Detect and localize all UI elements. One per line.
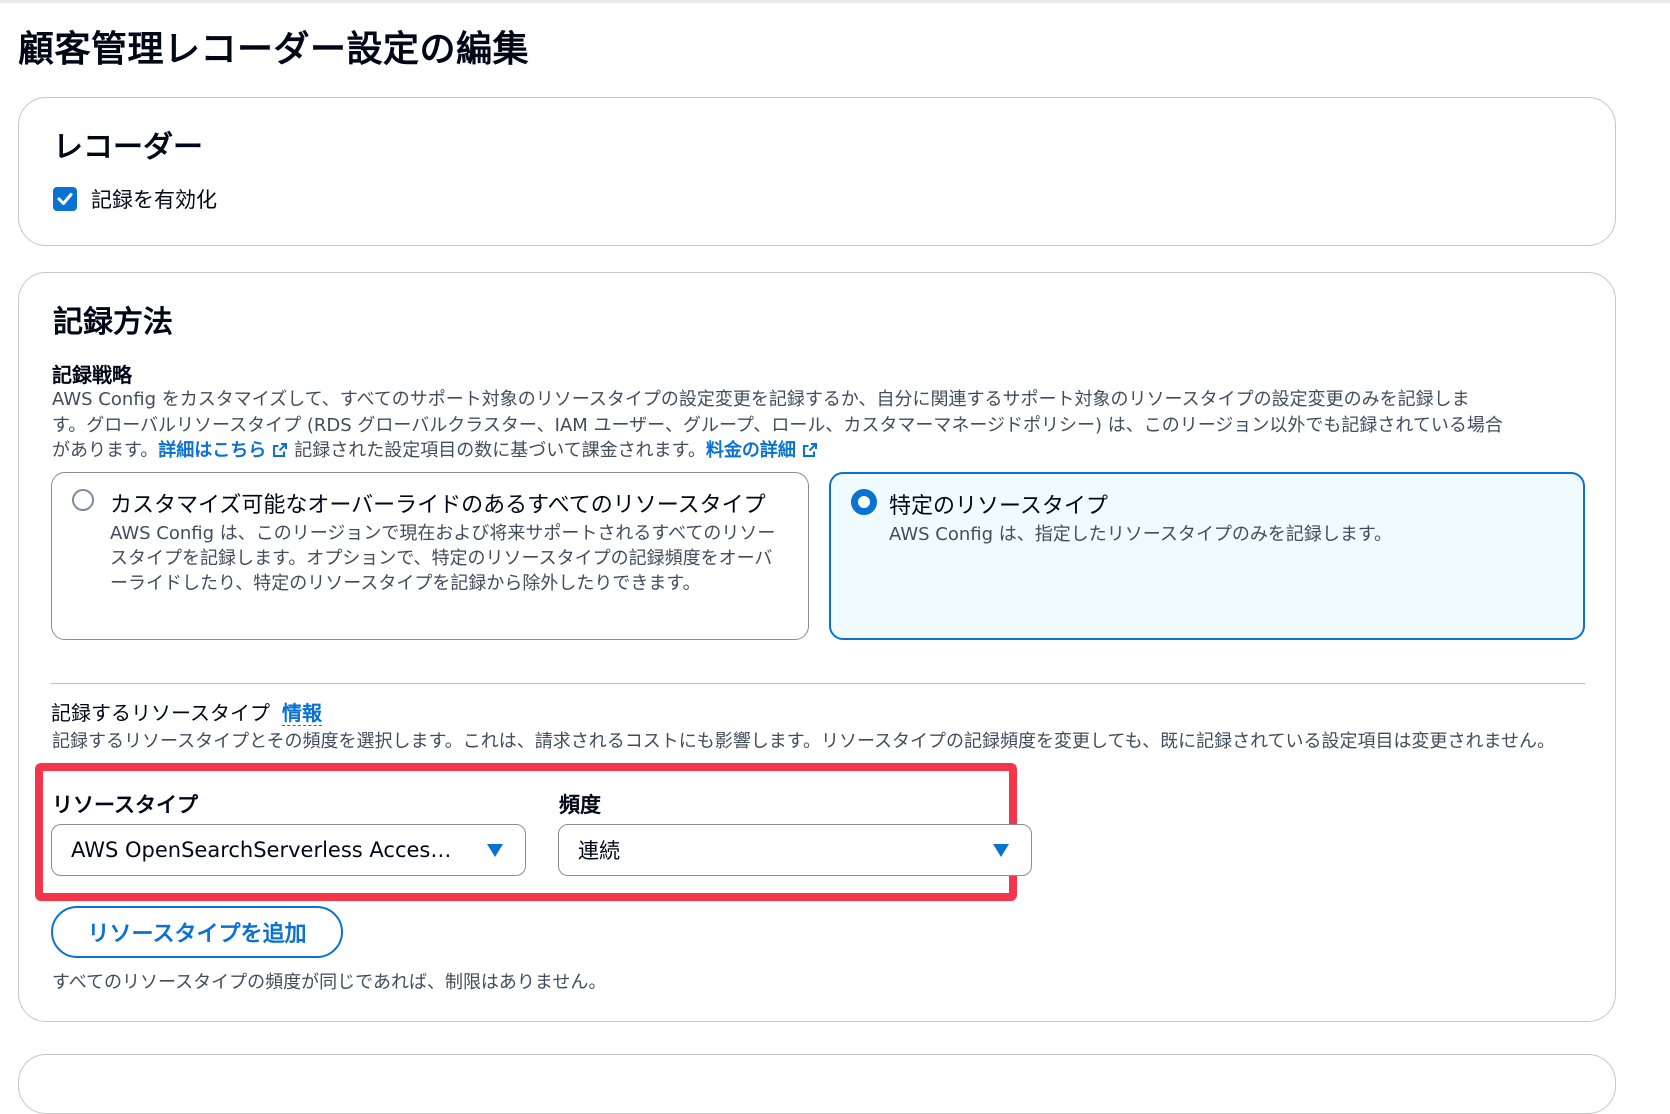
- frequency-column-label: 頻度: [559, 793, 601, 817]
- strategy-desc-line: AWS Config をカスタマイズして、すべてのサポート対象のリソースタイプの…: [52, 389, 1470, 410]
- checkbox-checked-icon[interactable]: [53, 187, 77, 211]
- option-title: 特定のリソースタイプ: [889, 494, 1108, 519]
- caret-down-icon: [487, 844, 503, 857]
- recorder-panel: レコーダー 記録を有効化: [18, 97, 1616, 246]
- add-resource-type-button[interactable]: リソースタイプを追加: [51, 906, 343, 958]
- strategy-desc-line: す。グローバルリソースタイプ (RDS グローバルクラスター、IAM ユーザー、…: [52, 414, 1503, 436]
- recording-strategy-label: 記録戦略: [52, 363, 132, 387]
- info-link[interactable]: 情報: [282, 701, 322, 726]
- frequency-hint: すべてのリソースタイプの頻度が同じであれば、制限はありません。: [52, 972, 607, 993]
- radio-unselected-icon[interactable]: [72, 489, 94, 511]
- strategy-desc-text: があります。: [52, 440, 159, 461]
- resource-types-label: 記録するリソースタイプ: [51, 701, 270, 725]
- resource-types-description: 記録するリソースタイプとその頻度を選択します。これは、請求されるコストにも影響し…: [52, 731, 1555, 752]
- enable-recording-label: 記録を有効化: [91, 188, 217, 212]
- next-panel: [18, 1054, 1616, 1114]
- resource-types-field-label: 記録するリソースタイプ 情報: [51, 697, 322, 726]
- option-description: AWS Config は、指定したリソースタイプのみを記録します。: [889, 524, 1393, 545]
- option-specific-resource-types[interactable]: 特定のリソースタイプ AWS Config は、指定したリソースタイプのみを記録…: [829, 472, 1585, 640]
- frequency-select[interactable]: 連続: [558, 824, 1032, 876]
- radio-selected-icon[interactable]: [851, 489, 877, 515]
- caret-down-icon: [993, 844, 1009, 857]
- recording-method-heading: 記録方法: [53, 305, 173, 340]
- option-title: カスタマイズ可能なオーバーライドのあるすべてのリソースタイプ: [110, 493, 766, 518]
- external-link-icon: [273, 443, 288, 457]
- strategy-desc-line: があります。詳細はこちら 記録された設定項目の数に基づいて課金されます。料金の詳細: [52, 438, 1612, 464]
- learn-more-link[interactable]: 詳細はこちら: [158, 440, 266, 461]
- option-all-resource-types[interactable]: カスタマイズ可能なオーバーライドのあるすべてのリソースタイプ AWS Confi…: [51, 472, 809, 640]
- recorder-heading: レコーダー: [53, 130, 203, 165]
- recording-strategy-description: AWS Config をカスタマイズして、すべてのサポート対象のリソースタイプの…: [52, 387, 1612, 464]
- recording-method-panel: 記録方法 記録戦略 AWS Config をカスタマイズして、すべてのサポート対…: [18, 272, 1616, 1022]
- resource-type-select[interactable]: AWS OpenSearchServerless AccessPolicy: [51, 824, 526, 876]
- option-description: AWS Config は、このリージョンで現在および将来サポートされるすべてのリ…: [110, 523, 776, 594]
- frequency-value: 連続: [578, 839, 620, 863]
- enable-recording-checkbox[interactable]: 記録を有効化: [53, 184, 217, 214]
- divider: [51, 683, 1585, 684]
- pricing-details-link[interactable]: 料金の詳細: [706, 440, 796, 461]
- strategy-desc-text: 記録された設定項目の数に基づいて課金されます。: [294, 440, 706, 461]
- resource-type-column-label: リソースタイプ: [52, 793, 198, 817]
- resource-type-value: AWS OpenSearchServerless AccessPolicy: [71, 838, 461, 862]
- page-title: 顧客管理レコーダー設定の編集: [18, 29, 530, 70]
- top-border: [0, 0, 1670, 3]
- external-link-icon: [802, 443, 817, 457]
